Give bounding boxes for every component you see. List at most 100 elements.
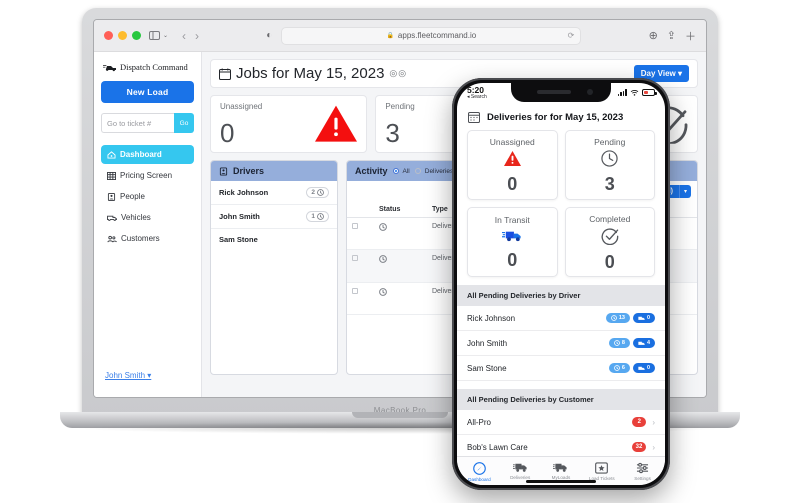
- driver-name: Rick Johnson: [467, 313, 516, 323]
- phone-kpi-in-transit[interactable]: In Transit 0: [467, 207, 558, 277]
- phone-kpi-unassigned[interactable]: Unassigned 0: [467, 130, 558, 200]
- count-value: 2: [311, 189, 315, 196]
- clock-icon: [610, 315, 617, 321]
- back-to-search-link[interactable]: ◂ Search: [467, 95, 487, 101]
- driver-badges: 8 4: [608, 338, 655, 348]
- transit-count: 0: [646, 315, 650, 321]
- driver-row[interactable]: Rick Johnson 13 0: [457, 306, 665, 331]
- customer-row[interactable]: All-Pro 2 ›: [457, 410, 665, 435]
- ticket-go-button[interactable]: Go: [174, 113, 194, 133]
- browser-actions[interactable]: ⊕ ⇪ ＋: [649, 28, 696, 44]
- address-bar[interactable]: 🔒 apps.fleetcommand.io ⟳: [281, 26, 582, 45]
- date-nav-arrows[interactable]: ◎◎: [389, 68, 407, 79]
- new-tab-icon[interactable]: ＋: [685, 28, 696, 44]
- kpi-label: In Transit: [494, 215, 530, 225]
- brand-label: Dispatch Command: [120, 62, 188, 72]
- driver-list-item[interactable]: John Smith 1: [211, 205, 337, 229]
- share-icon[interactable]: ⇪: [667, 29, 676, 42]
- window-traffic-lights[interactable]: [104, 31, 141, 40]
- sidebar-toggle-icon[interactable]: ⌄: [149, 31, 168, 40]
- driver-list-item[interactable]: Sam Stone: [211, 229, 337, 250]
- row-checkbox-cell[interactable]: [347, 217, 374, 250]
- ticket-number-input[interactable]: Go to ticket #: [101, 113, 174, 133]
- driver-badges: 6 0: [608, 363, 655, 373]
- export-dropdown-caret[interactable]: ▾: [678, 185, 691, 198]
- screenshot-stage: ⌄ ‹ › ◐ 🔒 apps.fleetcommand.io ⟳ ⊕ ⇪ ＋ D…: [0, 0, 800, 503]
- back-icon[interactable]: ‹: [182, 29, 186, 43]
- activity-filter-deliveries[interactable]: Deliveries: [414, 168, 453, 175]
- tab-load-tickets[interactable]: Load Tickets: [581, 462, 622, 482]
- pending-badge: 6: [608, 363, 630, 373]
- speaker-icon: [537, 90, 571, 94]
- reader-mode-icon[interactable]: ◐: [266, 30, 272, 41]
- maximize-window-icon[interactable]: [132, 31, 141, 40]
- driver-row[interactable]: Sam Stone 6 0: [457, 356, 665, 381]
- pending-badge: 13: [605, 313, 630, 323]
- row-checkbox-cell[interactable]: [347, 249, 374, 283]
- reload-icon[interactable]: ⟳: [568, 31, 575, 40]
- kpi-label: Unassigned: [489, 137, 535, 147]
- activity-filter-all[interactable]: All: [392, 168, 410, 175]
- day-view-label: Day View: [640, 69, 676, 78]
- go-to-ticket-row: Go to ticket # Go: [101, 113, 194, 133]
- clock-icon: [317, 189, 324, 196]
- forward-icon[interactable]: ›: [195, 29, 199, 43]
- chevron-right-icon[interactable]: ›: [652, 418, 655, 427]
- customer-row[interactable]: Bob's Lawn Care 32 ›: [457, 435, 665, 456]
- col-status: Status: [373, 202, 427, 218]
- checkbox-icon[interactable]: [352, 255, 358, 261]
- row-checkbox-cell[interactable]: [347, 282, 374, 315]
- truck-icon: [107, 215, 117, 221]
- phone-kpi-pending[interactable]: Pending 3: [564, 130, 655, 200]
- truck-icon: [638, 341, 645, 345]
- pending-badge: 8: [608, 338, 630, 348]
- checkbox-icon[interactable]: [352, 223, 358, 229]
- close-window-icon[interactable]: [104, 31, 113, 40]
- sidebar-label: Vehicles: [121, 213, 151, 222]
- sidebar-item-customers[interactable]: Customers: [101, 229, 194, 248]
- sidebar-item-people[interactable]: People: [101, 187, 194, 206]
- tab-settings[interactable]: Settings: [622, 462, 663, 482]
- truck-icon: [501, 228, 523, 248]
- phone-notch: [511, 83, 611, 102]
- pending-count: 13: [618, 315, 625, 321]
- new-load-button[interactable]: New Load: [101, 81, 194, 103]
- downloads-icon[interactable]: ⊕: [649, 29, 658, 42]
- warning-triangle-icon: [314, 105, 358, 148]
- sidebar-item-dashboard[interactable]: Dashboard: [101, 145, 194, 164]
- phone-kpi-completed[interactable]: Completed 0: [564, 207, 655, 277]
- chevron-right-icon[interactable]: ›: [652, 443, 655, 452]
- gauge-icon: [473, 462, 486, 475]
- transit-count: 0: [646, 365, 650, 371]
- tab-dashboard[interactable]: Dashboard: [459, 462, 500, 482]
- customer-row-right: 32 ›: [631, 442, 655, 452]
- front-camera-icon: [587, 89, 593, 95]
- user-menu-button[interactable]: John Smith ▾: [105, 371, 151, 380]
- driver-name: John Smith: [219, 212, 260, 221]
- tab-deliveries[interactable]: Deliveries: [500, 462, 541, 482]
- pending-by-driver-header: All Pending Deliveries by Driver: [457, 285, 665, 306]
- minimize-window-icon[interactable]: [118, 31, 127, 40]
- wifi-icon: [630, 89, 639, 96]
- driver-badges: 13 0: [605, 313, 655, 323]
- page-title-text: Jobs for May 15, 2023: [236, 65, 385, 82]
- truck-logo-icon: [103, 64, 116, 71]
- checkbox-icon[interactable]: [352, 288, 358, 294]
- sidebar-item-pricing-screen[interactable]: Pricing Screen: [101, 166, 194, 185]
- sidebar-item-vehicles[interactable]: Vehicles: [101, 208, 194, 227]
- driver-list-item[interactable]: Rick Johnson 2: [211, 181, 337, 205]
- dashboard-icon: [107, 150, 116, 159]
- drivers-panel: Drivers Rick Johnson 2 John Smith 1 Sam …: [210, 160, 338, 375]
- radio-icon[interactable]: [392, 168, 399, 174]
- grid-icon: [107, 171, 116, 180]
- tab-myloads[interactable]: MyLoads: [541, 462, 582, 482]
- driver-name: Sam Stone: [219, 235, 258, 244]
- clock-icon: [379, 255, 387, 263]
- row-status-cell: [373, 217, 427, 250]
- driver-row[interactable]: John Smith 8 4: [457, 331, 665, 356]
- radio-icon[interactable]: [414, 168, 421, 174]
- sliders-icon: [637, 462, 649, 474]
- transit-badge: 4: [632, 338, 655, 348]
- browser-toolbar: ⌄ ‹ › ◐ 🔒 apps.fleetcommand.io ⟳ ⊕ ⇪ ＋: [94, 20, 706, 52]
- browser-nav-arrows[interactable]: ‹ ›: [182, 29, 199, 43]
